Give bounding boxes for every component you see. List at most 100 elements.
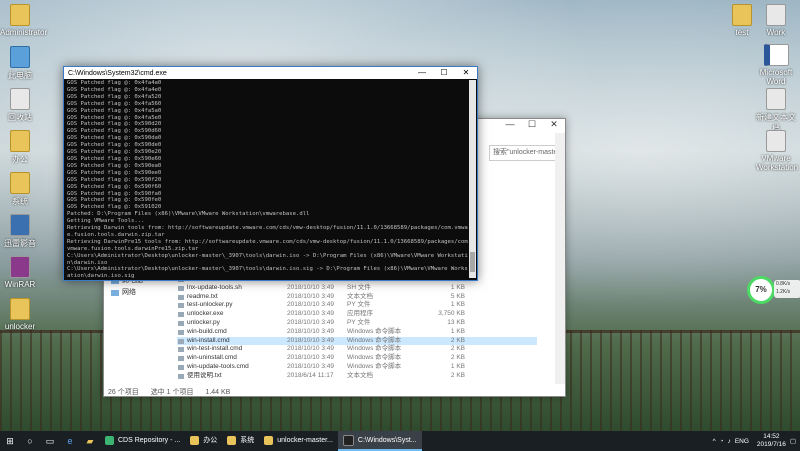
taskbar-app-cmd[interactable]: C:\Windows\Syst... bbox=[337, 431, 422, 451]
taskbar-app-label: C:\Windows\Syst... bbox=[357, 436, 417, 444]
desktop-icon-user-folder[interactable]: Administrator bbox=[0, 4, 47, 37]
console-line: C:\Users\Administrator\Desktop\unlocker-… bbox=[67, 252, 468, 259]
cmd-icon bbox=[342, 434, 354, 446]
file-size: 2 KB bbox=[450, 345, 465, 353]
taskbar-app-unlocker[interactable]: unlocker-master... bbox=[259, 431, 338, 451]
tray-overflow-icon[interactable]: ^ bbox=[713, 438, 716, 445]
console-line: vmware.fusion.tools.darwinPre15.zip.tar bbox=[67, 245, 199, 252]
cmd-minimize-button[interactable]: — bbox=[411, 67, 433, 79]
console-line: GOS Patched flag @: 0x4fa4a0 bbox=[67, 80, 162, 86]
document-icon bbox=[766, 130, 786, 152]
input-language[interactable]: ENG bbox=[735, 438, 749, 445]
file-row[interactable]: unlocker.exe 2018/10/10 3:49 应用程序 3,750 KB bbox=[177, 310, 537, 319]
desktop-icon-winrar[interactable]: WinRAR bbox=[0, 256, 40, 289]
file-type: Windows 命令脚本 bbox=[347, 362, 402, 370]
console-line: GOS Patched flag @: 0x4fa560 bbox=[67, 100, 162, 107]
volume-tray-icon[interactable]: ♪ bbox=[728, 438, 731, 445]
file-row[interactable]: unlocker.py 2018/10/10 3:49 PY 文件 13 KB bbox=[177, 319, 537, 328]
file-type: Windows 命令脚本 bbox=[347, 327, 402, 335]
file-size: 1 KB bbox=[450, 283, 465, 291]
file-size: 2 KB bbox=[450, 336, 465, 344]
explorer-scrollbar[interactable] bbox=[555, 133, 565, 384]
desktop-icon-label: 迅雷影音 bbox=[4, 239, 36, 248]
file-size: 13 KB bbox=[447, 318, 465, 326]
task-view-icon[interactable]: ▭ bbox=[40, 431, 60, 451]
network-tray-icon[interactable]: ◔ bbox=[720, 438, 724, 445]
file-size: 1 KB bbox=[450, 362, 465, 370]
ie-browser-icon[interactable]: e bbox=[60, 431, 80, 451]
desktop-icon-word-doc[interactable]: Microsoft Word bbox=[756, 44, 796, 86]
desktop-icon-label: 回收站 bbox=[8, 113, 32, 122]
cmd-window[interactable]: C:\Windows\System32\cmd.exe — ☐ ✕ GOS Pa… bbox=[63, 66, 478, 281]
file-row[interactable]: lnx-update-tools.sh 2018/10/10 3:49 SH 文件 1… bbox=[177, 284, 537, 293]
taskbar-app-label: 办公 bbox=[203, 437, 218, 444]
console-line: GOS Patched flag @: 0x4fa520 bbox=[67, 93, 162, 100]
windows-start-icon[interactable]: ⊞ bbox=[0, 431, 20, 451]
file-date: 2018/10/10 3:49 bbox=[287, 292, 334, 300]
taskbar-app-cds[interactable]: CDS Repository - ... bbox=[100, 431, 185, 451]
explorer-minimize-button[interactable]: — bbox=[499, 119, 521, 133]
clock-time: 14:52 bbox=[763, 433, 780, 440]
console-line: GOS Patched flag @: 0x590fa0 bbox=[67, 190, 162, 197]
file-date: 2018/10/10 3:49 bbox=[287, 301, 334, 309]
download-rate: 1.2K/s bbox=[776, 289, 791, 295]
file-name: win-update-tools.cmd bbox=[177, 363, 287, 372]
cmd-maximize-button[interactable]: ☐ bbox=[433, 67, 455, 79]
network-speed-widget[interactable]: 7% 0.8K/s 1.2K/s bbox=[747, 276, 800, 304]
desktop-icon-text-doc[interactable]: 新建文本文档 bbox=[756, 88, 796, 134]
cmd-scrollbar-thumb[interactable] bbox=[470, 252, 475, 272]
desktop-icon-recycle-bin[interactable]: 回收站 bbox=[0, 88, 40, 123]
console-line: e.fusion.tools.darwin.zip.tar bbox=[67, 231, 165, 238]
desktop-icon-vmware[interactable]: VMware Workstation bbox=[756, 130, 799, 172]
clock[interactable]: 14:52 2019/7/16 bbox=[757, 433, 786, 449]
network-rates: 0.8K/s 1.2K/s bbox=[774, 280, 800, 298]
desktop-icon-system-folder[interactable]: 系统 bbox=[0, 172, 40, 207]
taskbar-app-system[interactable]: 系统 bbox=[222, 431, 259, 451]
explorer-maximize-button[interactable]: ☐ bbox=[521, 119, 543, 133]
console-line: GOS Patched flag @: 0x591020 bbox=[67, 204, 162, 211]
file-name: lnx-update-tools.sh bbox=[177, 284, 287, 293]
console-line: ation\darwin.iso.sig bbox=[67, 273, 135, 278]
action-center-icon[interactable]: ▢ bbox=[790, 437, 796, 445]
folder-icon bbox=[10, 172, 30, 194]
search-icon[interactable]: ○ bbox=[20, 431, 40, 451]
desktop-icon-video-player[interactable]: 迅雷影音 bbox=[0, 214, 40, 249]
cmd-close-button[interactable]: ✕ bbox=[455, 67, 477, 79]
desktop-icon-label: 办公 bbox=[12, 155, 28, 164]
console-line: GOS Patched flag @: 0x590e60 bbox=[67, 155, 162, 162]
desktop-icon-this-pc[interactable]: 此电脑 bbox=[0, 46, 40, 81]
file-row[interactable]: win-build.cmd 2018/10/10 3:49 Windows 命令脚本… bbox=[177, 328, 537, 337]
file-type: Windows 命令脚本 bbox=[347, 354, 402, 362]
file-row[interactable]: test-unlocker.py 2018/10/10 3:49 PY 文件 1 KB bbox=[177, 301, 537, 310]
file-row[interactable]: 使用说明.txt 2018/6/14 11:17 文本文档 2 KB bbox=[177, 372, 537, 381]
cmd-console-output[interactable]: GOS Patched flag @: 0x4fa4a0 GOS Patched … bbox=[67, 80, 468, 278]
taskbar-app-office[interactable]: 办公 bbox=[185, 431, 222, 451]
console-line: GOS Patched flag @: 0x590f20 bbox=[67, 176, 162, 183]
console-line: Getting VMware Tools... bbox=[67, 218, 145, 225]
console-line: GOS Patched flag @: 0x590de0 bbox=[67, 142, 162, 149]
desktop-icon-label: unlocker bbox=[4, 322, 36, 331]
console-line: GOS Patched flag @: 0x4fa5a0 bbox=[67, 107, 162, 114]
document-icon bbox=[766, 4, 786, 26]
file-size: 5 KB bbox=[450, 292, 465, 300]
console-line: GOS Patched flag @: 0x590f60 bbox=[67, 183, 162, 190]
nav-item-network[interactable]: 网络 bbox=[108, 287, 178, 299]
cmd-scrollbar[interactable] bbox=[469, 80, 476, 278]
file-row[interactable]: win-update-tools.cmd 2018/10/10 3:49 Windo… bbox=[177, 363, 537, 372]
desktop-icon-label: VMware Workstation bbox=[756, 154, 799, 172]
file-explorer-icon[interactable]: ▰ bbox=[80, 431, 100, 451]
desktop-icon-work[interactable]: Work bbox=[756, 4, 796, 37]
clock-date: 2019/7/16 bbox=[756, 441, 786, 448]
upload-rate: 0.8K/s bbox=[776, 281, 791, 287]
file-name: unlocker.py bbox=[177, 319, 287, 328]
desktop-icon-unlocker[interactable]: unlocker bbox=[0, 298, 40, 331]
file-name: unlocker.exe bbox=[177, 310, 287, 319]
file-row[interactable]: win-test-install.cmd 2018/10/10 3:49 Windo… bbox=[177, 345, 537, 354]
explorer-close-button[interactable]: ✕ bbox=[543, 119, 565, 133]
file-row[interactable]: win-uninstall.cmd 2018/10/10 3:49 Windows … bbox=[177, 354, 537, 363]
file-type: 文本文档 bbox=[347, 371, 373, 379]
file-size: 1 KB bbox=[450, 327, 465, 335]
cmd-titlebar[interactable]: C:\Windows\System32\cmd.exe — ☐ ✕ bbox=[64, 67, 477, 79]
explorer-search-input[interactable]: 搜索"unlocker-master_398... bbox=[489, 145, 564, 161]
desktop-icon-office-folder[interactable]: 办公 bbox=[0, 130, 40, 165]
